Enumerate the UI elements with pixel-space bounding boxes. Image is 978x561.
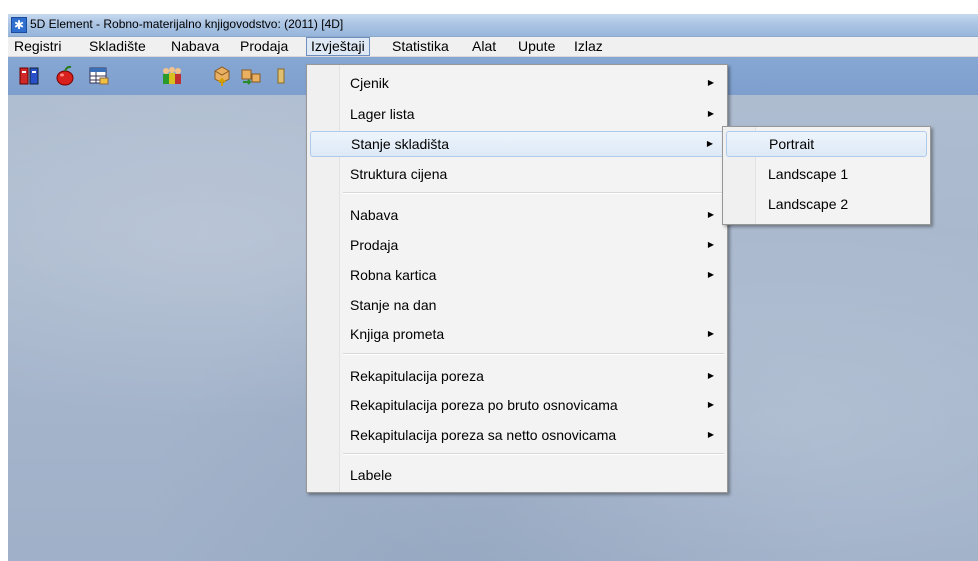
menu-bar: Registri Skladište Nabava Prodaja Izvješ… [8, 37, 978, 57]
submenu-arrow-icon: ▶ [707, 270, 714, 279]
menu-izlaz[interactable]: Izlaz [570, 37, 607, 56]
menu-separator [343, 453, 724, 455]
submenu-arrow-icon: ▶ [707, 240, 714, 249]
submenu-arrow-icon: ▶ [706, 139, 713, 148]
truncated-icon[interactable] [276, 65, 286, 87]
menu-item-rekapitulacija-bruto[interactable]: Rekapitulacija poreza po bruto osnovicam… [310, 392, 724, 418]
menu-item-rekapitulacija-poreza[interactable]: Rekapitulacija poreza ▶ [310, 363, 724, 389]
menu-item-label: Cjenik [350, 75, 389, 91]
menu-item-cjenik[interactable]: Cjenik ▶ [310, 70, 724, 96]
submenu-item-portrait[interactable]: Portrait [726, 131, 927, 157]
menu-statistika[interactable]: Statistika [388, 37, 453, 56]
menu-skladiste[interactable]: Skladište [85, 37, 150, 56]
people-icon[interactable] [161, 65, 183, 87]
menu-item-label: Prodaja [350, 237, 399, 253]
apple-icon[interactable] [54, 65, 76, 87]
box-transfer-icon[interactable] [240, 65, 262, 87]
menu-item-label: Robna kartica [350, 267, 437, 283]
menu-item-label: Stanje na dan [350, 297, 437, 313]
menu-item-label: Nabava [350, 207, 399, 223]
menu-prodaja[interactable]: Prodaja [236, 37, 292, 56]
submenu-arrow-icon: ▶ [707, 210, 714, 219]
table-icon[interactable] [88, 65, 110, 87]
menu-item-knjiga-prometa[interactable]: Knjiga prometa ▶ [310, 321, 724, 347]
menu-item-label: Knjiga prometa [350, 326, 445, 342]
menu-item-rekapitulacija-netto[interactable]: Rekapitulacija poreza sa netto osnovicam… [310, 422, 724, 448]
stanje-skladista-submenu: Portrait Landscape 1 Landscape 2 [722, 126, 931, 225]
window-title: 5D Element - Robno-materijalno knjigovod… [30, 17, 344, 31]
menu-item-lager-lista[interactable]: Lager lista ▶ [310, 101, 724, 127]
izvjestaji-menu: Cjenik ▶ Lager lista ▶ Stanje skladišta … [306, 64, 728, 493]
menu-item-stanje-skladista[interactable]: Stanje skladišta ▶ [310, 131, 724, 157]
binders-icon[interactable] [18, 65, 40, 87]
submenu-item-label: Portrait [769, 136, 815, 152]
app-star-icon: ✱ [11, 17, 27, 33]
menu-upute[interactable]: Upute [514, 37, 559, 56]
menu-item-stanje-na-dan[interactable]: Stanje na dan [310, 292, 724, 318]
submenu-item-label: Landscape 1 [768, 166, 849, 182]
menu-item-label: Lager lista [350, 106, 415, 122]
menu-registri[interactable]: Registri [10, 37, 65, 56]
submenu-arrow-icon: ▶ [707, 109, 714, 118]
menu-item-labele[interactable]: Labele [310, 462, 724, 488]
menu-alat[interactable]: Alat [468, 37, 500, 56]
box-up-icon[interactable] [211, 65, 233, 87]
menu-izvjestaji[interactable]: Izvještaji [306, 37, 370, 56]
menu-item-label: Labele [350, 467, 393, 483]
menu-item-nabava[interactable]: Nabava ▶ [310, 202, 724, 228]
submenu-arrow-icon: ▶ [707, 78, 714, 87]
submenu-item-landscape-2[interactable]: Landscape 2 [726, 191, 927, 217]
submenu-arrow-icon: ▶ [707, 430, 714, 439]
menu-item-prodaja[interactable]: Prodaja ▶ [310, 232, 724, 258]
submenu-item-label: Landscape 2 [768, 196, 849, 212]
menu-item-label: Rekapitulacija poreza po bruto osnovicam… [350, 397, 618, 413]
menu-separator [343, 353, 724, 355]
submenu-arrow-icon: ▶ [707, 371, 714, 380]
submenu-arrow-icon: ▶ [707, 400, 714, 409]
submenu-item-landscape-1[interactable]: Landscape 1 [726, 161, 927, 187]
menu-separator [343, 192, 724, 194]
title-bar: ✱ 5D Element - Robno-materijalno knjigov… [8, 14, 978, 37]
menu-item-robna-kartica[interactable]: Robna kartica ▶ [310, 262, 724, 288]
menu-item-label: Rekapitulacija poreza [350, 368, 484, 384]
menu-nabava[interactable]: Nabava [167, 37, 223, 56]
menu-item-struktura-cijena[interactable]: Struktura cijena [310, 161, 724, 187]
menu-item-label: Stanje skladišta [351, 136, 450, 152]
menu-item-label: Struktura cijena [350, 166, 448, 182]
submenu-arrow-icon: ▶ [707, 329, 714, 338]
menu-item-label: Rekapitulacija poreza sa netto osnovicam… [350, 427, 617, 443]
